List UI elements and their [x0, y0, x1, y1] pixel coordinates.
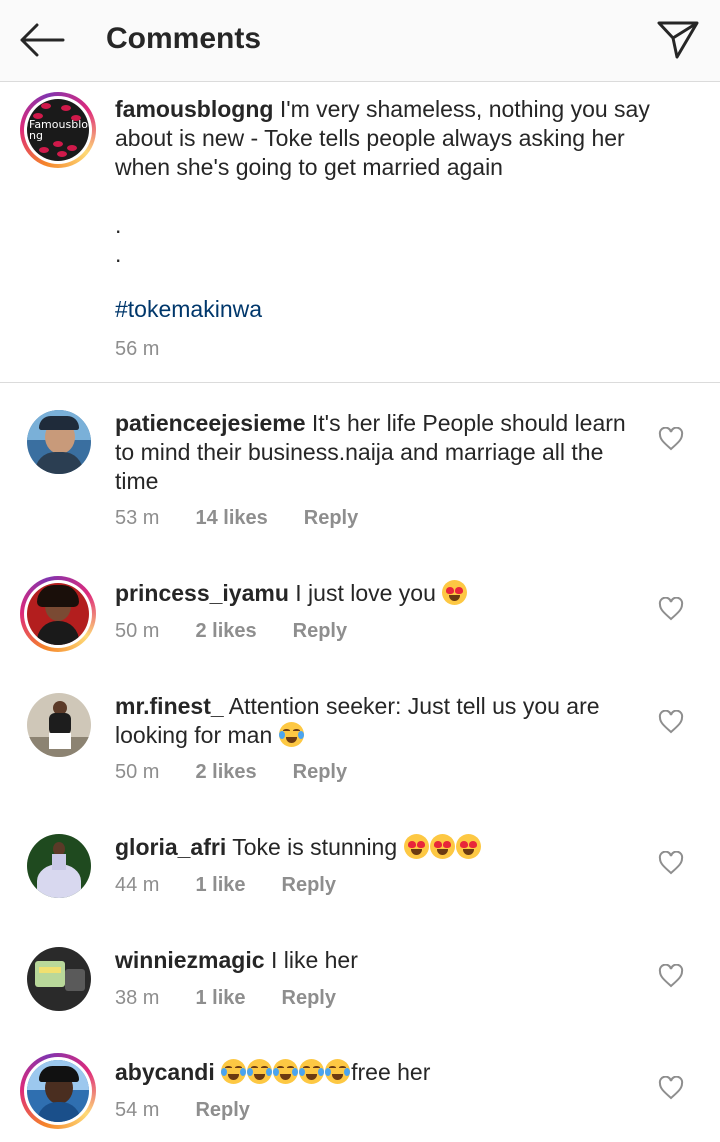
reply-button[interactable]: Reply [293, 761, 347, 784]
avatar-text: Famousblog ng [29, 118, 89, 142]
caption-timestamp: 56 m [115, 338, 159, 361]
hashtag-link[interactable]: #tokemakinwa [115, 295, 262, 324]
tears-of-joy-emoji [278, 722, 304, 747]
top-bar: Comments [0, 0, 720, 82]
heart-eyes-emoji [403, 834, 429, 859]
avatar[interactable] [20, 1053, 96, 1129]
heart-eyes-emoji [429, 834, 455, 859]
direct-send-icon[interactable] [654, 16, 702, 64]
comment-text: princess_iyamu I just love you [115, 579, 645, 608]
comment-text: patienceejesieme It's her life People sh… [115, 409, 645, 496]
tears-of-joy-emoji [247, 1059, 273, 1084]
comment-meta: 38 m 1 like Reply [115, 987, 336, 1010]
tears-of-joy-emoji [299, 1059, 325, 1084]
time-label: 56 m [115, 338, 160, 360]
likes-count[interactable]: 14 likes [195, 507, 267, 530]
avatar[interactable] [27, 410, 91, 474]
caption-dot: . [115, 241, 122, 267]
reply-button[interactable]: Reply [304, 507, 358, 530]
comment-body: free her [351, 1059, 431, 1085]
likes-count[interactable]: 1 like [195, 987, 245, 1010]
reply-button[interactable]: Reply [282, 874, 336, 897]
comment-username[interactable]: abycandi [115, 1059, 215, 1085]
reply-button[interactable]: Reply [282, 987, 336, 1010]
comment-text: winniezmagic I like her [115, 946, 645, 975]
heart-eyes-emoji [455, 834, 481, 859]
comment-meta: 54 m Reply [115, 1099, 250, 1122]
page-title: Comments [106, 22, 262, 55]
heart-eyes-emoji [442, 580, 468, 605]
time-label: 54 m [115, 1099, 160, 1121]
heart-outline-icon[interactable] [658, 964, 684, 988]
likes-count[interactable]: 2 likes [195, 761, 256, 784]
heart-outline-icon[interactable] [658, 851, 684, 875]
likes-count[interactable]: 2 likes [195, 620, 256, 643]
comment-text: mr.finest_ Attention seeker: Just tell u… [115, 692, 645, 750]
reply-button[interactable]: Reply [195, 1099, 249, 1122]
caption-username[interactable]: famousblogng [115, 96, 273, 122]
caption-text: famousblogng I'm very shameless, nothing… [115, 95, 675, 182]
comment-body: Toke is stunning [232, 834, 398, 860]
time-label: 44 m [115, 874, 160, 896]
post-caption: Famousblog ng famousblogng I'm very sham… [0, 82, 720, 383]
comment-text: gloria_afri Toke is stunning [115, 833, 645, 862]
time-label: 50 m [115, 620, 160, 642]
time-label: 50 m [115, 761, 160, 783]
heart-outline-icon[interactable] [658, 427, 684, 451]
avatar[interactable] [20, 576, 96, 652]
caption-dot: . [115, 212, 122, 238]
likes-count[interactable]: 1 like [195, 874, 245, 897]
time-label: 38 m [115, 987, 160, 1009]
time-label: 53 m [115, 507, 160, 529]
avatar[interactable] [27, 947, 91, 1011]
heart-outline-icon[interactable] [658, 710, 684, 734]
avatar[interactable] [27, 693, 91, 757]
back-arrow-icon[interactable] [18, 18, 66, 62]
heart-outline-icon[interactable] [658, 597, 684, 621]
comment-body: I like her [270, 947, 358, 973]
tears-of-joy-emoji [221, 1059, 247, 1084]
comment-username[interactable]: patienceejesieme [115, 410, 306, 436]
heart-outline-icon[interactable] [658, 1076, 684, 1100]
tears-of-joy-emoji [325, 1059, 351, 1084]
reply-button[interactable]: Reply [293, 620, 347, 643]
comment-username[interactable]: princess_iyamu [115, 580, 289, 606]
comment-username[interactable]: winniezmagic [115, 947, 265, 973]
comment-meta: 50 m 2 likes Reply [115, 620, 347, 643]
comment-meta: 44 m 1 like Reply [115, 874, 336, 897]
comment-text: abycandi free her [115, 1058, 645, 1087]
tears-of-joy-emoji [273, 1059, 299, 1084]
comment-body: I just love you [295, 580, 436, 606]
comment-meta: 53 m 14 likes Reply [115, 507, 358, 530]
comment-username[interactable]: mr.finest_ [115, 693, 224, 719]
comment-meta: 50 m 2 likes Reply [115, 761, 347, 784]
avatar[interactable] [27, 834, 91, 898]
avatar[interactable]: Famousblog ng [20, 92, 96, 168]
comment-username[interactable]: gloria_afri [115, 834, 226, 860]
